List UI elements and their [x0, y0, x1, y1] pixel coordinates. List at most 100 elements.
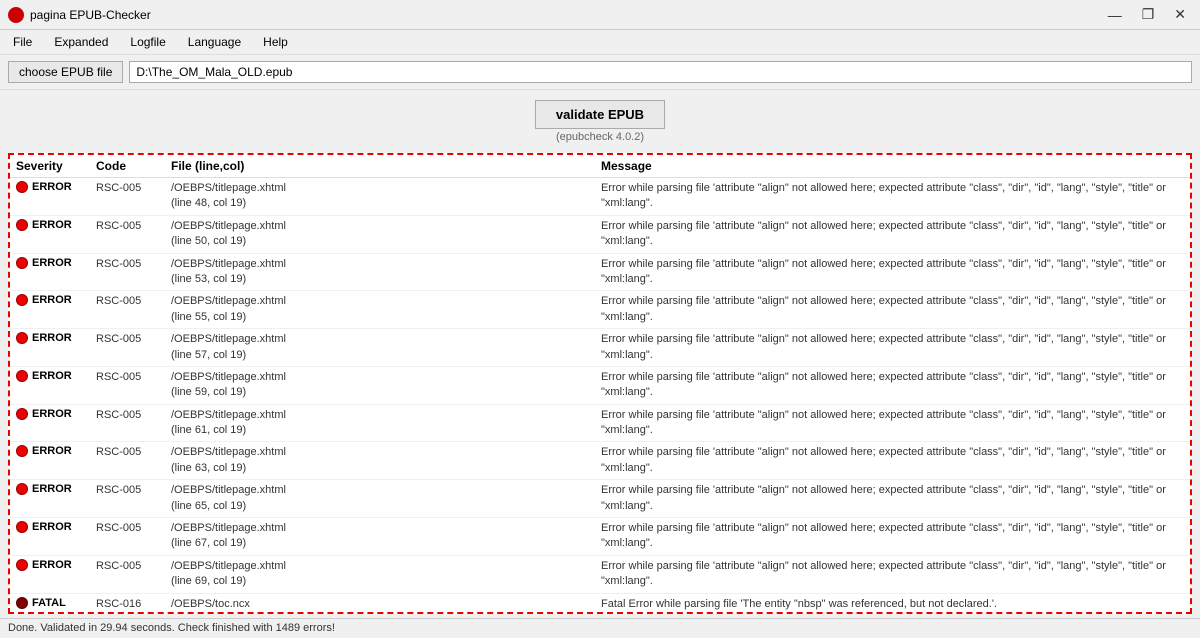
- message-cell: Error while parsing file 'attribute "ali…: [601, 219, 1184, 250]
- file-cell: /OEBPS/titlepage.xhtml(line 67, col 19): [171, 521, 601, 552]
- results-area: Severity Code File (line,col) Message ER…: [8, 153, 1192, 614]
- file-path-input[interactable]: [129, 61, 1192, 83]
- header-severity: Severity: [16, 159, 96, 173]
- table-row[interactable]: ERROR RSC-005/OEBPS/titlepage.xhtml(line …: [10, 367, 1190, 405]
- severity-dot-icon: [16, 332, 28, 344]
- menu-language[interactable]: Language: [179, 32, 250, 52]
- message-cell: Error while parsing file 'attribute "ali…: [601, 559, 1184, 590]
- table-row[interactable]: ERRORRSC-005/OEBPS/titlepage.xhtml(line …: [10, 254, 1190, 292]
- message-cell: Error while parsing file 'attribute "ali…: [601, 294, 1184, 325]
- table-row[interactable]: ERRORRSC-005/OEBPS/titlepage.xhtml(line …: [10, 405, 1190, 443]
- close-button[interactable]: ✕: [1168, 6, 1192, 23]
- table-header: Severity Code File (line,col) Message: [10, 155, 1190, 178]
- severity-cell: FATAL: [16, 597, 96, 609]
- menu-expanded[interactable]: Expanded: [45, 32, 117, 52]
- menu-file[interactable]: File: [4, 32, 41, 52]
- severity-dot-icon: [16, 219, 28, 231]
- severity-dot-icon: [16, 408, 28, 420]
- minimize-button[interactable]: —: [1102, 6, 1128, 23]
- severity-cell: ERROR: [16, 332, 96, 344]
- file-cell: /OEBPS/toc.ncx(line 44, col 26): [171, 597, 601, 612]
- table-row[interactable]: ERRORRSC-005/OEBPS/titlepage.xhtml(line …: [10, 329, 1190, 367]
- app-icon: [8, 7, 24, 23]
- epubcheck-version: (epubcheck 4.0.2): [556, 131, 644, 143]
- file-cell: /OEBPS/titlepage.xhtml(line 63, col 19): [171, 445, 601, 476]
- toolbar: choose EPUB file: [0, 55, 1200, 90]
- validate-section: validate EPUB (epubcheck 4.0.2): [0, 90, 1200, 149]
- severity-label: ERROR: [32, 181, 72, 193]
- file-cell: /OEBPS/titlepage.xhtml(line 50, col 19): [171, 219, 601, 250]
- status-bar: Done. Validated in 29.94 seconds. Check …: [0, 618, 1200, 637]
- main-content: choose EPUB file validate EPUB (epubchec…: [0, 55, 1200, 637]
- validate-button[interactable]: validate EPUB: [535, 100, 665, 129]
- severity-dot-icon: [16, 445, 28, 457]
- code-cell: RSC-005: [96, 521, 171, 534]
- severity-dot-icon: [16, 294, 28, 306]
- header-message: Message: [601, 159, 1184, 173]
- table-row[interactable]: ERROR RSC-005/OEBPS/titlepage.xhtml(line …: [10, 291, 1190, 329]
- file-cell: /OEBPS/titlepage.xhtml(line 69, col 19): [171, 559, 601, 590]
- severity-cell: ERROR: [16, 445, 96, 457]
- severity-label: ERROR: [32, 219, 72, 231]
- severity-dot-icon: [16, 370, 28, 382]
- message-cell: Error while parsing file 'attribute "ali…: [601, 370, 1184, 401]
- results-body[interactable]: ERRORRSC-005/OEBPS/titlepage.xhtml(line …: [10, 178, 1190, 612]
- severity-label: ERROR: [32, 370, 72, 382]
- severity-label: ERROR: [32, 521, 72, 533]
- severity-label: ERROR: [32, 559, 72, 571]
- code-cell: RSC-005: [96, 181, 171, 194]
- table-row[interactable]: ERROR RSC-005/OEBPS/titlepage.xhtml(line …: [10, 216, 1190, 254]
- code-cell: RSC-005: [96, 370, 171, 383]
- file-cell: /OEBPS/titlepage.xhtml(line 59, col 19): [171, 370, 601, 401]
- menu-bar: File Expanded Logfile Language Help: [0, 30, 1200, 55]
- table-row[interactable]: ERROR RSC-005/OEBPS/titlepage.xhtml(line …: [10, 518, 1190, 556]
- severity-label: ERROR: [32, 408, 72, 420]
- message-cell: Error while parsing file 'attribute "ali…: [601, 445, 1184, 476]
- code-cell: RSC-005: [96, 294, 171, 307]
- file-cell: /OEBPS/titlepage.xhtml(line 48, col 19): [171, 181, 601, 212]
- code-cell: RSC-005: [96, 483, 171, 496]
- severity-label: ERROR: [32, 294, 72, 306]
- file-cell: /OEBPS/titlepage.xhtml(line 65, col 19): [171, 483, 601, 514]
- choose-epub-button[interactable]: choose EPUB file: [8, 61, 123, 83]
- severity-dot-icon: [16, 521, 28, 533]
- severity-cell: ERROR: [16, 294, 96, 306]
- severity-cell: ERROR: [16, 559, 96, 571]
- title-bar-controls: — ❐ ✕: [1102, 6, 1192, 23]
- message-cell: Error while parsing file 'attribute "ali…: [601, 181, 1184, 212]
- message-cell: Error while parsing file 'attribute "ali…: [601, 257, 1184, 288]
- severity-label: ERROR: [32, 257, 72, 269]
- severity-cell: ERROR: [16, 219, 96, 231]
- severity-dot-icon: [16, 559, 28, 571]
- severity-dot-icon: [16, 483, 28, 495]
- code-cell: RSC-005: [96, 219, 171, 232]
- table-row[interactable]: ERRORRSC-005/OEBPS/titlepage.xhtml(line …: [10, 442, 1190, 480]
- severity-label: FATAL: [32, 597, 66, 609]
- menu-logfile[interactable]: Logfile: [121, 32, 174, 52]
- message-cell: Error while parsing file 'attribute "ali…: [601, 408, 1184, 439]
- title-bar: pagina EPUB-Checker — ❐ ✕: [0, 0, 1200, 30]
- file-cell: /OEBPS/titlepage.xhtml(line 61, col 19): [171, 408, 601, 439]
- status-text: Done. Validated in 29.94 seconds. Check …: [8, 622, 335, 634]
- table-row[interactable]: ERRORRSC-005/OEBPS/titlepage.xhtml(line …: [10, 480, 1190, 518]
- message-cell: Error while parsing file 'attribute "ali…: [601, 521, 1184, 552]
- table-row[interactable]: FATALRSC-016/OEBPS/toc.ncx(line 44, col …: [10, 594, 1190, 612]
- title-bar-title: pagina EPUB-Checker: [30, 8, 151, 22]
- severity-cell: ERROR: [16, 181, 96, 193]
- table-row[interactable]: ERROR RSC-005/OEBPS/titlepage.xhtml(line …: [10, 178, 1190, 216]
- menu-help[interactable]: Help: [254, 32, 297, 52]
- maximize-button[interactable]: ❐: [1136, 6, 1161, 23]
- code-cell: RSC-005: [96, 257, 171, 270]
- file-cell: /OEBPS/titlepage.xhtml(line 55, col 19): [171, 294, 601, 325]
- header-code: Code: [96, 159, 171, 173]
- severity-label: ERROR: [32, 332, 72, 344]
- severity-dot-icon: [16, 181, 28, 193]
- table-row[interactable]: ERROR RSC-005/OEBPS/titlepage.xhtml(line …: [10, 556, 1190, 594]
- severity-cell: ERROR: [16, 483, 96, 495]
- header-file: File (line,col): [171, 159, 601, 173]
- title-bar-left: pagina EPUB-Checker: [8, 7, 151, 23]
- severity-dot-icon: [16, 597, 28, 609]
- severity-cell: ERROR: [16, 408, 96, 420]
- code-cell: RSC-005: [96, 559, 171, 572]
- message-cell: Fatal Error while parsing file 'The enti…: [601, 597, 1184, 612]
